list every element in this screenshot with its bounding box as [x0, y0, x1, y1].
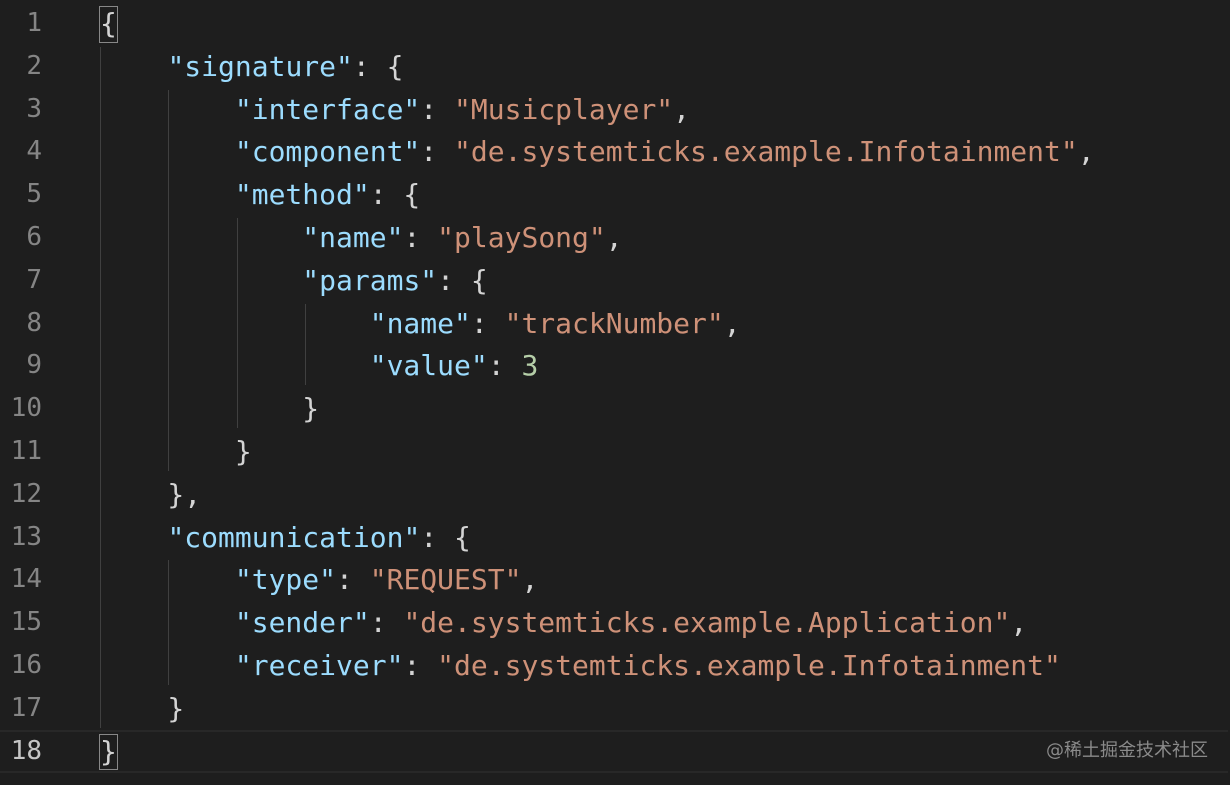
json-string: "de.systemticks.example.Infotainment": [454, 135, 1078, 169]
json-punctuation: ,: [673, 92, 691, 126]
code-line[interactable]: "component": "de.systemticks.example.Inf…: [100, 130, 1095, 173]
json-key: "sender": [234, 606, 370, 640]
json-string: "Musicplayer": [454, 92, 674, 126]
json-punctuation: :: [420, 135, 455, 169]
json-punctuation: [100, 521, 167, 554]
json-key: "name": [302, 221, 404, 254]
json-punctuation: :: [487, 349, 522, 383]
json-string: "playSong": [437, 221, 606, 254]
json-string: "de.systemticks.example.Application": [403, 606, 1011, 640]
json-key: "value": [369, 349, 488, 383]
json-punctuation: }: [100, 734, 117, 768]
code-line[interactable]: }: [100, 430, 252, 473]
json-punctuation: [100, 563, 235, 596]
watermark: @稀土掘金技术社区: [1046, 740, 1208, 761]
json-punctuation: : {: [437, 263, 488, 297]
json-key: "name": [369, 306, 471, 340]
code-line[interactable]: }: [100, 387, 319, 430]
json-punctuation: [100, 50, 167, 83]
json-key: "method": [234, 178, 370, 212]
code-line[interactable]: }: [100, 687, 184, 730]
json-punctuation: [100, 221, 302, 254]
code-line[interactable]: "name": "trackNumber",: [100, 302, 741, 345]
code-line[interactable]: "sender": "de.systemticks.example.Applic…: [100, 601, 1027, 644]
json-punctuation: }: [100, 392, 320, 426]
json-punctuation: : {: [420, 520, 471, 554]
json-string: "REQUEST": [369, 563, 522, 597]
json-punctuation: ,: [1077, 135, 1095, 169]
code-line[interactable]: },: [100, 473, 201, 516]
json-punctuation: :: [369, 606, 404, 640]
json-punctuation: }: [100, 691, 185, 725]
json-punctuation: :: [403, 649, 438, 682]
json-punctuation: ,: [605, 221, 623, 254]
json-key: "interface": [234, 92, 421, 126]
json-number: 3: [521, 349, 539, 383]
json-punctuation: :: [470, 306, 505, 340]
json-punctuation: [100, 93, 235, 126]
json-punctuation: [100, 606, 235, 639]
json-punctuation: [100, 135, 235, 168]
json-key: "component": [234, 135, 421, 169]
json-punctuation: [100, 349, 370, 382]
code-line[interactable]: {: [100, 2, 117, 45]
json-string: "trackNumber": [504, 306, 724, 340]
json-punctuation: : {: [352, 49, 404, 83]
json-string: "de.systemticks.example.Infotainment": [437, 649, 1061, 682]
json-punctuation: {: [100, 7, 117, 40]
code-line[interactable]: }: [0, 729, 1228, 773]
code-line[interactable]: "type": "REQUEST",: [100, 558, 538, 601]
json-punctuation: :: [403, 221, 438, 254]
code-line[interactable]: "interface": "Musicplayer",: [100, 88, 690, 131]
json-punctuation: }: [100, 435, 252, 468]
code-line[interactable]: "params": {: [100, 259, 488, 302]
code-line[interactable]: "receiver": "de.systemticks.example.Info…: [100, 644, 1061, 687]
json-punctuation: [100, 649, 235, 682]
code-line[interactable]: "method": {: [100, 173, 420, 216]
json-punctuation: :: [336, 563, 370, 597]
json-punctuation: [100, 264, 302, 297]
json-key: "type": [234, 563, 337, 597]
json-punctuation: ,: [723, 306, 741, 340]
json-punctuation: [100, 307, 370, 340]
code-editor[interactable]: 1 2 3 4 5 6 7 8 9 10 11 12 13 14 15 16 17 18 { "signature…: [0, 0, 1230, 785]
json-punctuation: :: [420, 92, 455, 126]
json-key: "receiver": [234, 649, 404, 682]
code-area[interactable]: { "signature": { "interface": "Musicplay…: [0, 0, 1230, 785]
code-line[interactable]: "name": "playSong",: [100, 216, 623, 259]
json-punctuation: : {: [369, 178, 421, 212]
json-key: "communication": [167, 520, 421, 554]
json-punctuation: [100, 178, 235, 211]
code-line[interactable]: "signature": {: [100, 45, 403, 88]
json-punctuation: },: [100, 477, 202, 511]
json-key: "params": [302, 263, 438, 297]
json-punctuation: ,: [521, 563, 539, 597]
code-line[interactable]: "value": 3: [100, 344, 539, 387]
json-punctuation: ,: [1010, 606, 1028, 640]
code-line[interactable]: "communication": {: [100, 516, 471, 559]
json-key: "signature": [167, 49, 353, 83]
